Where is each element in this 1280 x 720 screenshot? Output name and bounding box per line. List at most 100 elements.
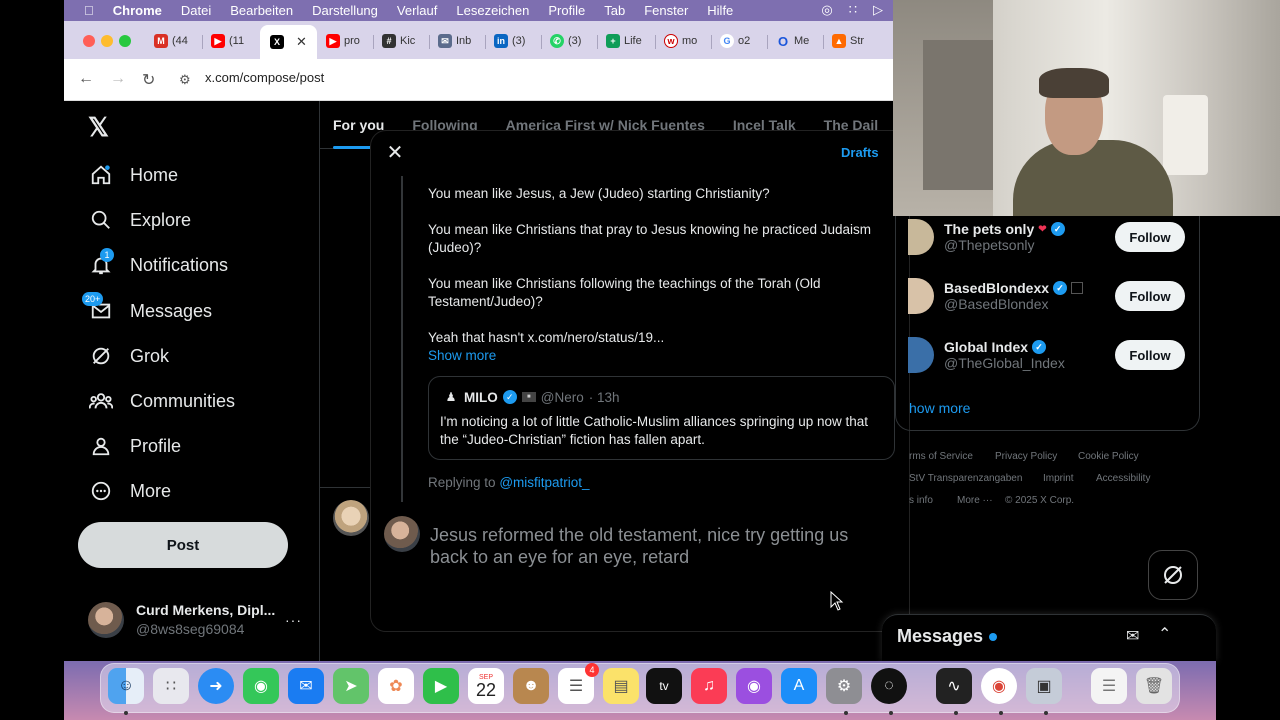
close-window-icon[interactable]	[83, 35, 95, 47]
preview-icon[interactable]: ▣	[1026, 668, 1062, 704]
back-icon[interactable]: ←	[78, 70, 94, 88]
footer-link[interactable]: Accessibility	[1096, 473, 1150, 484]
sidebar-item-communities[interactable]: Communities	[88, 388, 235, 414]
tab-me[interactable]: O Me	[776, 29, 809, 53]
post-button[interactable]: Post	[78, 522, 288, 568]
safari-icon[interactable]: ➜	[198, 668, 234, 704]
tab-kic[interactable]: # Kic	[382, 29, 415, 53]
post-paragraph: You mean like Christians that pray to Je…	[428, 222, 871, 255]
follow-suggestion[interactable]: BasedBlondexx ✓ @BasedBlondex	[908, 278, 1084, 314]
follow-suggestion[interactable]: Global Index ✓ @TheGlobal_Index	[908, 337, 1065, 373]
menu-view[interactable]: Darstellung	[312, 3, 378, 18]
menu-profiles[interactable]: Profile	[548, 3, 585, 18]
running-indicator	[889, 711, 893, 715]
site-settings-icon[interactable]: ⚙	[179, 72, 191, 88]
tab-separator	[767, 35, 768, 49]
footer-link[interactable]: Imprint	[1043, 473, 1074, 484]
menu-app-name[interactable]: Chrome	[113, 3, 162, 18]
mail-app-icon[interactable]: ✉	[288, 668, 324, 704]
status-grid-icon[interactable]: ∷	[849, 2, 857, 18]
documents-icon[interactable]: ☰	[1091, 668, 1127, 704]
obs-icon[interactable]: ◌	[871, 668, 907, 704]
tab-o2[interactable]: Go2	[720, 29, 750, 53]
tab-youtube[interactable]: ▶ (11	[211, 29, 244, 53]
expand-icon[interactable]: ⌃	[1158, 624, 1171, 644]
tab-str[interactable]: ▲ Str	[832, 29, 864, 53]
follow-suggestion[interactable]: The pets only ❤ ✓ @Thepetsonly	[908, 219, 1065, 255]
tab-linkedin[interactable]: in (3)	[494, 29, 525, 53]
tab-x-active[interactable]: X ✕	[260, 25, 317, 59]
maximize-window-icon[interactable]	[119, 35, 131, 47]
tab-for-you[interactable]: For you	[333, 117, 384, 133]
appstore-icon[interactable]: A	[781, 668, 817, 704]
music-icon[interactable]: ♫	[691, 668, 727, 704]
minimize-window-icon[interactable]	[101, 35, 113, 47]
footer-link[interactable]: s info	[909, 495, 933, 506]
sidebar-item-notifications[interactable]: 1 Notifications	[88, 248, 228, 278]
post-paragraph-link[interactable]: Yeah that hasn't x.com/nero/status/19...	[428, 329, 888, 347]
sidebar-item-home[interactable]: Home	[88, 162, 178, 188]
menu-edit[interactable]: Bearbeiten	[230, 3, 293, 18]
compose-textarea[interactable]: Jesus reformed the old testament, nice t…	[430, 524, 880, 568]
system-settings-icon[interactable]: ⚙	[826, 668, 862, 704]
replying-handle[interactable]: @misfitpatriot_	[499, 475, 589, 490]
status-play-icon[interactable]: ▷	[873, 2, 883, 18]
account-menu-icon[interactable]: ···	[285, 612, 302, 628]
x-logo-icon[interactable]: 𝕏	[88, 112, 109, 143]
account-avatar[interactable]	[88, 602, 124, 638]
status-globe-icon[interactable]: ◎	[821, 2, 832, 18]
appletv-icon[interactable]: tv	[646, 668, 682, 704]
messages-app-icon[interactable]: ◉	[243, 668, 279, 704]
contacts-icon[interactable]: ☻	[513, 668, 549, 704]
sidebar-item-profile[interactable]: Profile	[88, 433, 181, 459]
drafts-button[interactable]: Drafts	[841, 145, 879, 160]
menu-history[interactable]: Verlauf	[397, 3, 437, 18]
sidebar-item-more[interactable]: More	[88, 478, 171, 504]
reminders-icon[interactable]: ☰ 4	[558, 663, 599, 704]
activity-monitor-icon[interactable]: ∿	[936, 668, 972, 704]
notes-icon[interactable]: ▤	[603, 668, 639, 704]
launchpad-icon[interactable]: ∷	[153, 668, 189, 704]
tab-mo[interactable]: w mo	[664, 29, 697, 53]
chrome-icon[interactable]: ◉	[981, 668, 1017, 704]
photos-icon[interactable]: ✿	[378, 668, 414, 704]
apple-icon[interactable]: 	[84, 3, 94, 18]
finder-icon[interactable]: ☺	[108, 668, 144, 704]
sidebar-item-grok[interactable]: Grok	[88, 343, 169, 369]
tab-youtube-2[interactable]: ▶ pro	[326, 29, 360, 53]
close-icon[interactable]: ✕	[384, 141, 406, 164]
podcasts-icon[interactable]: ◉	[736, 668, 772, 704]
footer-link[interactable]: StV Transparenzangaben	[909, 473, 1022, 484]
tab-life[interactable]: + Life	[606, 29, 642, 53]
address-bar[interactable]: x.com/compose/post	[205, 70, 324, 85]
menu-help[interactable]: Hilfe	[707, 3, 733, 18]
menu-window[interactable]: Fenster	[644, 3, 688, 18]
tab-inbox[interactable]: ✉ Inb	[438, 29, 471, 53]
menu-bookmarks[interactable]: Lesezeichen	[456, 3, 529, 18]
follow-button[interactable]: Follow	[1115, 340, 1185, 370]
grok-float-button[interactable]	[1148, 550, 1198, 600]
footer-link[interactable]: rms of Service	[909, 451, 973, 462]
new-message-icon[interactable]: ✉	[1126, 626, 1139, 646]
sidebar-item-messages[interactable]: 20+ Messages	[82, 292, 212, 324]
maps-icon[interactable]: ➤	[333, 668, 369, 704]
calendar-icon[interactable]: SEP 22	[468, 668, 504, 704]
show-more-suggestions[interactable]: how more	[909, 400, 970, 416]
follow-button[interactable]: Follow	[1115, 222, 1185, 252]
follow-button[interactable]: Follow	[1115, 281, 1185, 311]
tab-gmail[interactable]: M (44	[154, 29, 188, 53]
timeline-avatar[interactable]	[333, 500, 369, 536]
show-more-link[interactable]: Show more	[428, 348, 496, 363]
footer-link[interactable]: More ···	[957, 495, 993, 506]
forward-icon[interactable]: →	[110, 70, 126, 88]
footer-link[interactable]: Privacy Policy	[995, 451, 1057, 462]
tab-whatsapp[interactable]: ✆ (3)	[550, 29, 581, 53]
close-tab-icon[interactable]: ✕	[296, 34, 307, 50]
reload-icon[interactable]: ↻	[142, 70, 155, 90]
footer-link[interactable]: Cookie Policy	[1078, 451, 1139, 462]
facetime-icon[interactable]: ▶	[423, 668, 459, 704]
trash-icon[interactable]: 🗑	[1136, 668, 1172, 704]
sidebar-item-explore[interactable]: Explore	[88, 207, 191, 233]
menu-tab[interactable]: Tab	[604, 3, 625, 18]
menu-file[interactable]: Datei	[181, 3, 211, 18]
